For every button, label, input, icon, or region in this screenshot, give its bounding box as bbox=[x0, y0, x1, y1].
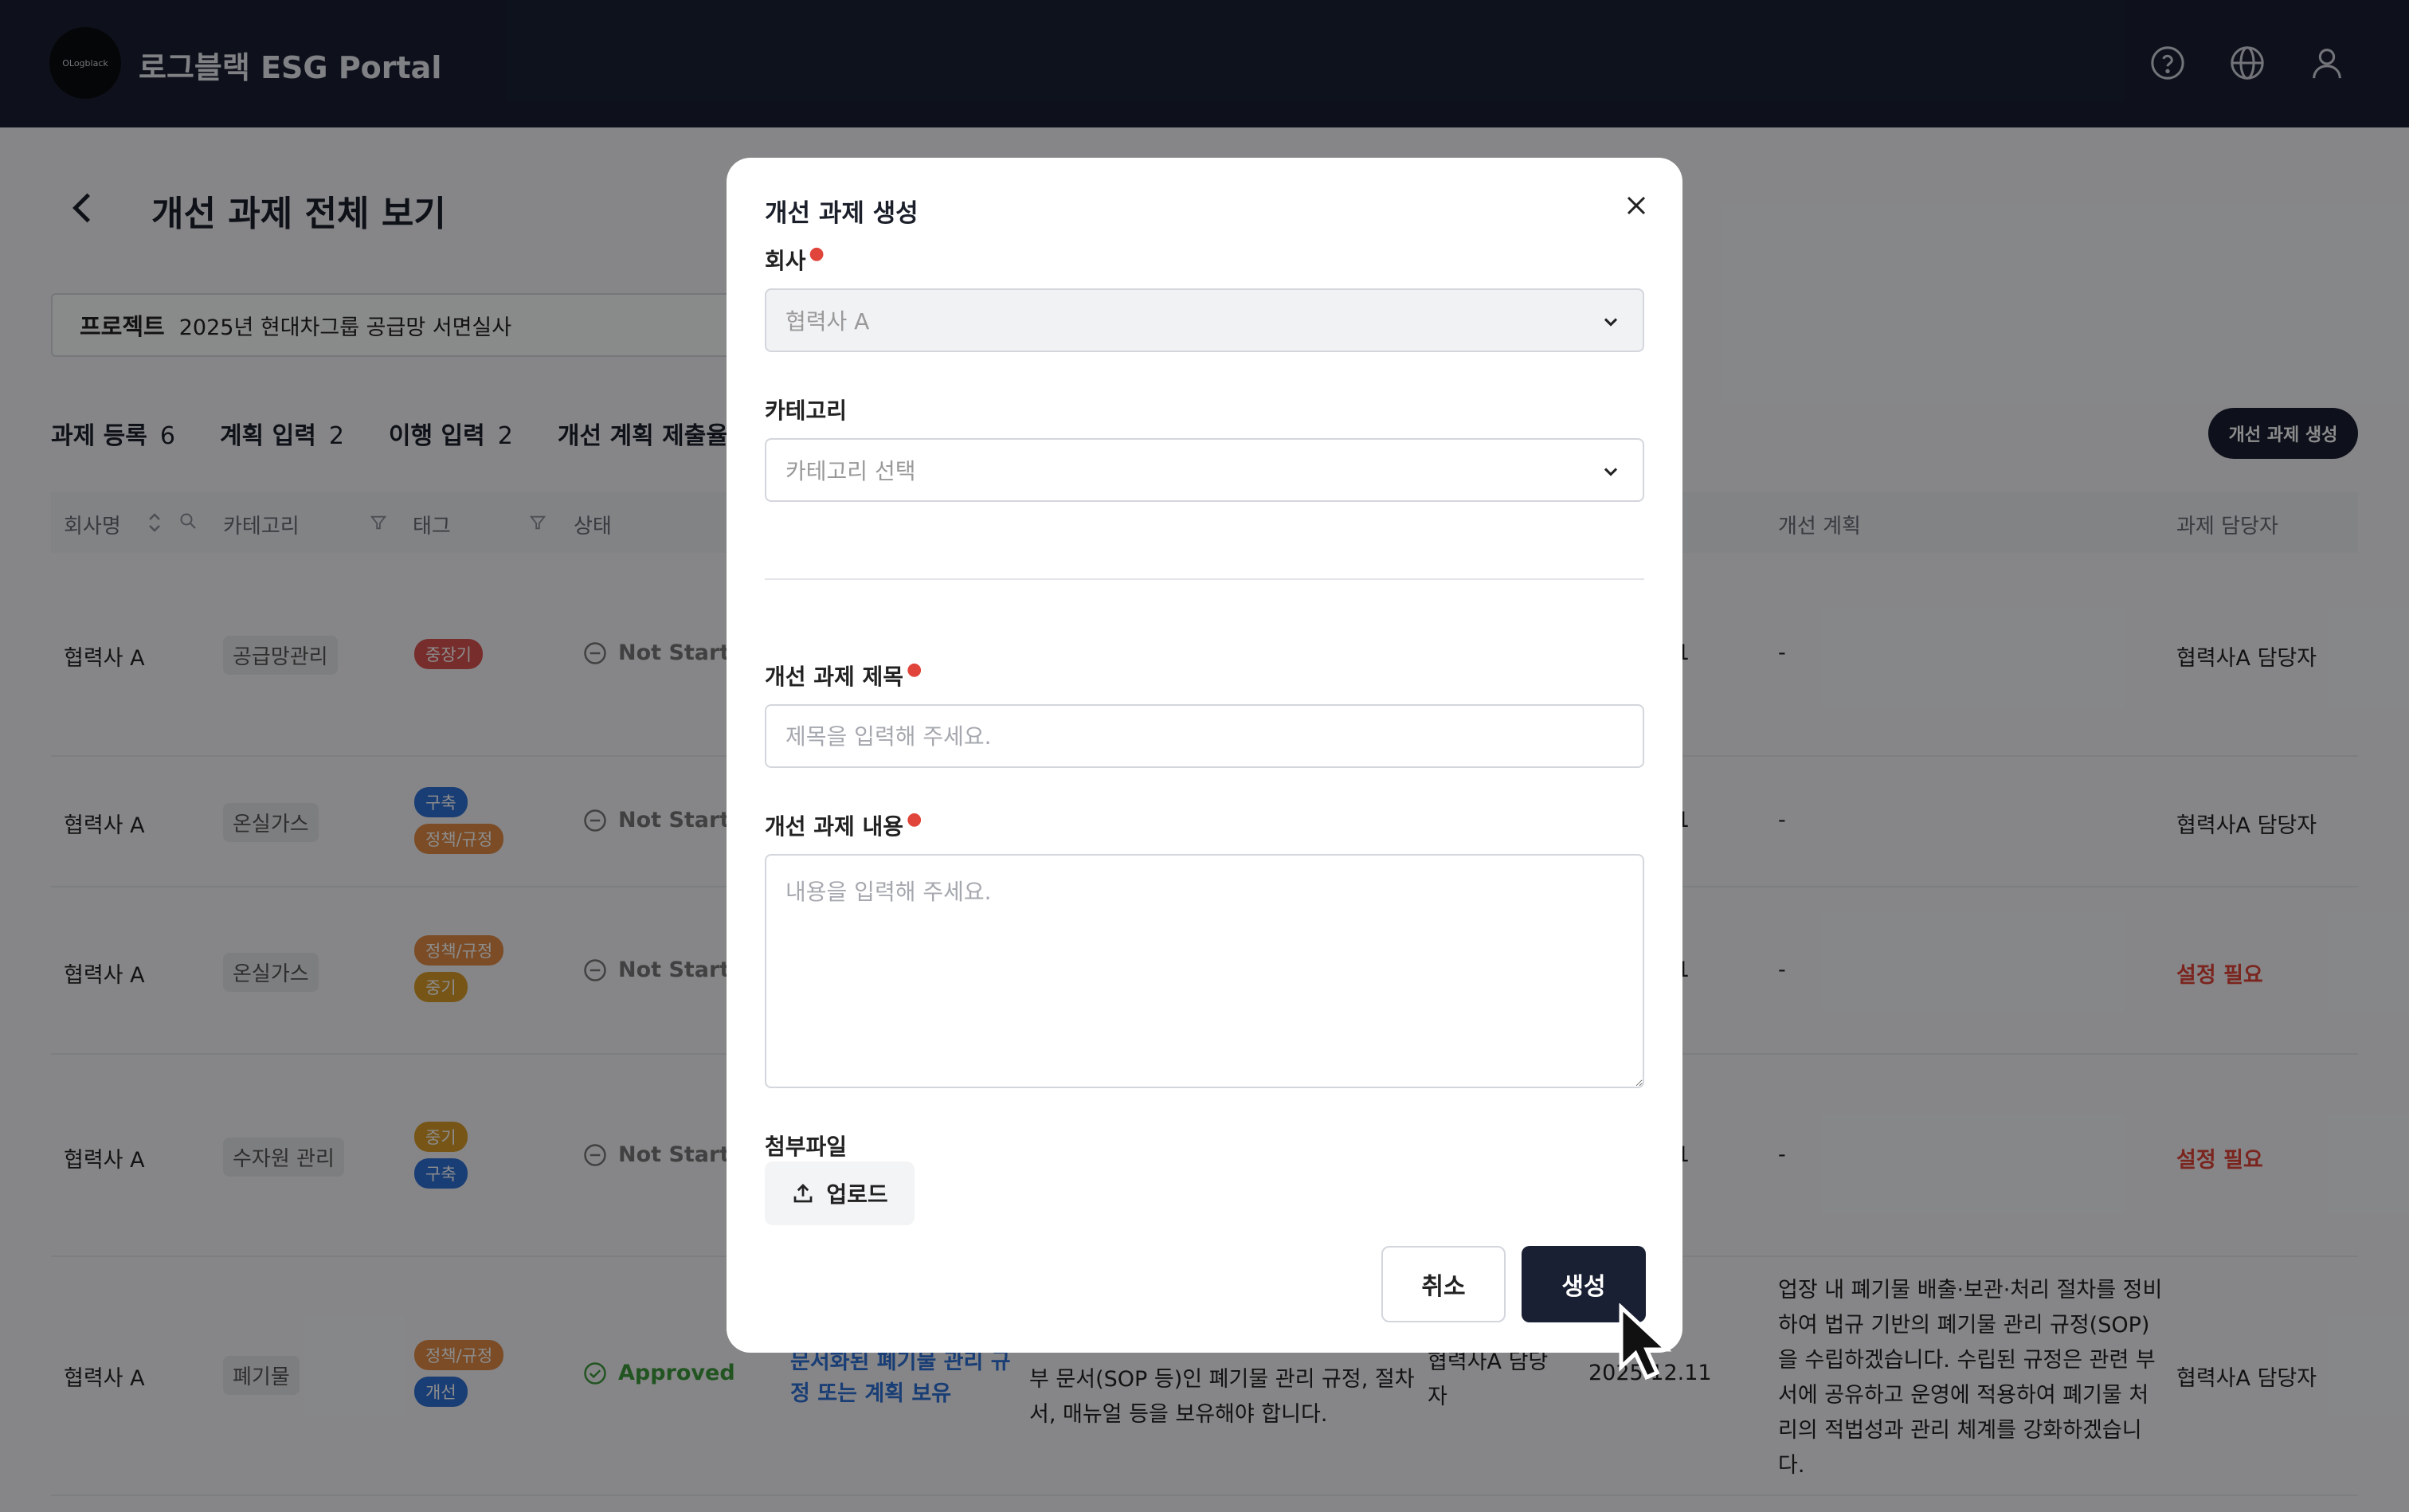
task-title-label: 개선 과제 제목 ● bbox=[765, 660, 922, 691]
label-text: 개선 과제 제목 bbox=[765, 664, 904, 690]
label-text: 회사 bbox=[765, 248, 806, 274]
cancel-button[interactable]: 취소 bbox=[1381, 1246, 1506, 1322]
label-text: 개선 과제 내용 bbox=[765, 813, 904, 840]
attachment-label: 첨부파일 bbox=[765, 1134, 848, 1160]
chevron-down-icon bbox=[1604, 468, 1618, 476]
modal-title: 개선 과제 생성 bbox=[765, 199, 919, 228]
chevron-down-icon bbox=[1604, 318, 1618, 327]
task-content-textarea[interactable] bbox=[765, 854, 1644, 1088]
task-content-label: 개선 과제 내용 ● bbox=[765, 809, 922, 841]
mouse-cursor-icon bbox=[1619, 1303, 1672, 1381]
select-placeholder: 카테고리 선택 bbox=[785, 458, 916, 484]
category-label: 카테고리 bbox=[765, 398, 848, 424]
upload-button[interactable]: 업로드 bbox=[765, 1161, 915, 1225]
upload-label: 업로드 bbox=[826, 1181, 888, 1208]
required-mark: ● bbox=[907, 660, 922, 680]
close-icon[interactable] bbox=[1619, 188, 1654, 223]
company-label: 회사 ● bbox=[765, 244, 825, 276]
select-value: 협력사 A bbox=[785, 308, 870, 335]
upload-icon bbox=[793, 1184, 813, 1203]
create-task-modal: 개선 과제 생성 회사 ● 협력사 A 카테고리 카테고리 선택 개선 과제 제목… bbox=[727, 158, 1682, 1353]
task-title-input[interactable] bbox=[765, 704, 1644, 768]
section-divider bbox=[765, 578, 1644, 580]
category-select[interactable]: 카테고리 선택 bbox=[765, 438, 1644, 502]
required-mark: ● bbox=[809, 244, 825, 264]
company-select[interactable]: 협력사 A bbox=[765, 288, 1644, 352]
required-mark: ● bbox=[907, 809, 922, 829]
